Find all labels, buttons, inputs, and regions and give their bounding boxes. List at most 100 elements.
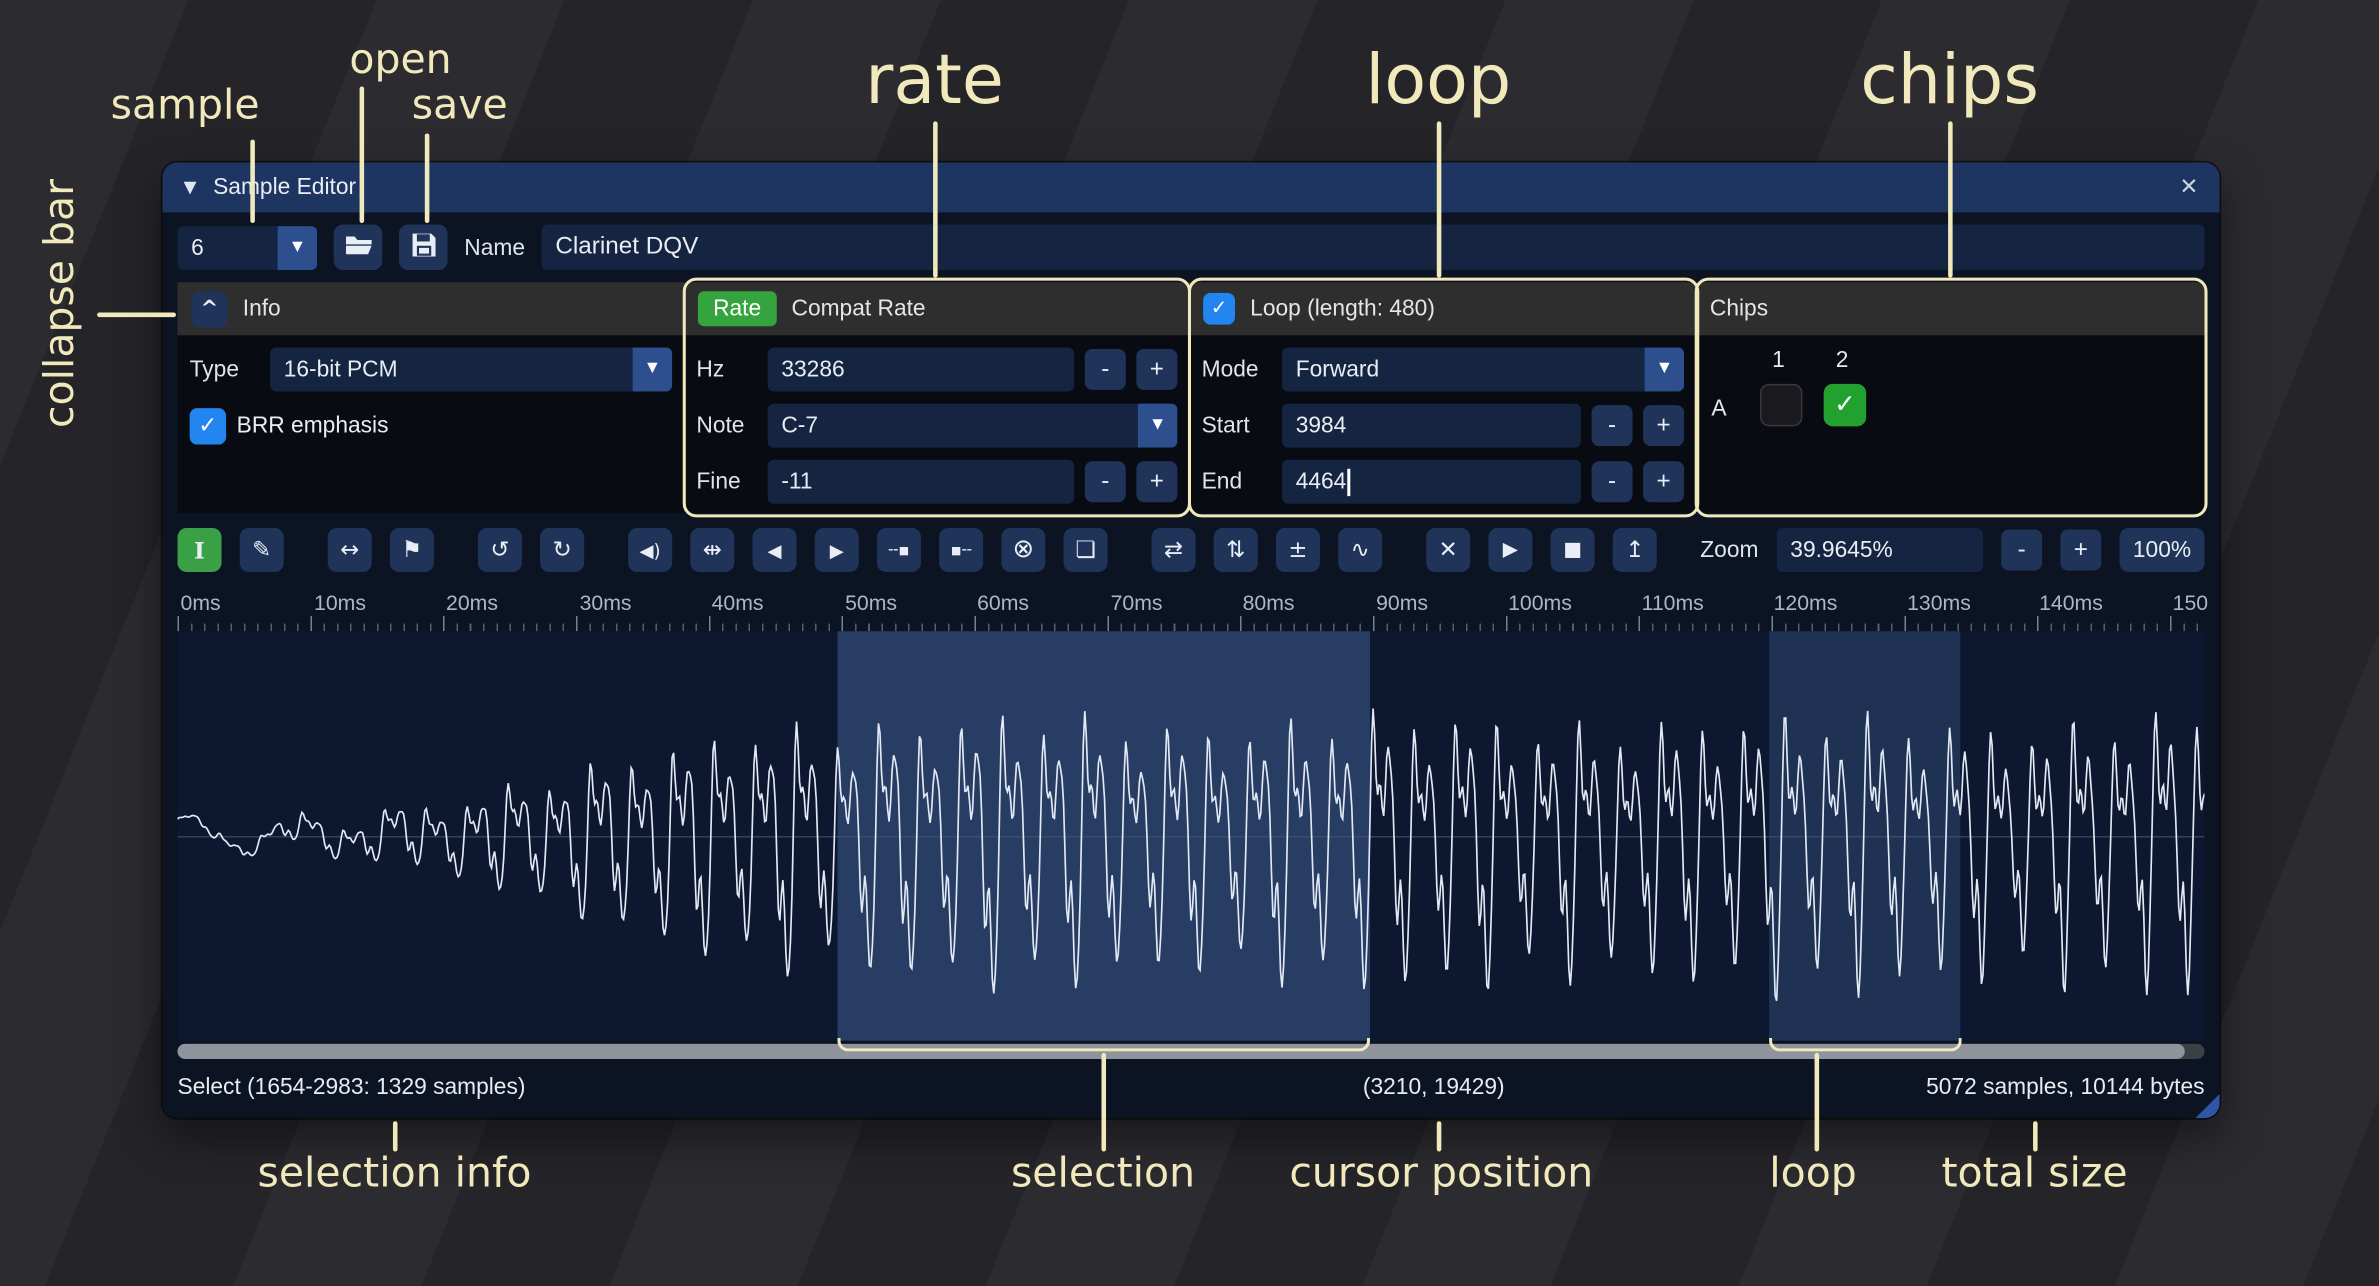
- brr-emphasis-checkbox[interactable]: ✓: [190, 407, 226, 443]
- close-icon[interactable]: ✕: [2179, 176, 2198, 199]
- loop-start-increment-button[interactable]: +: [1643, 405, 1684, 446]
- filter-button[interactable]: ∿: [1338, 528, 1382, 572]
- selection-info-annotation-line: [393, 1121, 397, 1151]
- invert-button[interactable]: ⇅: [1214, 528, 1258, 572]
- fade-out-button[interactable]: ▶: [815, 528, 859, 572]
- rate-annotation: rate: [865, 39, 1004, 119]
- trim-button[interactable]: ❏: [1064, 528, 1108, 572]
- loop-panel: ✓ Loop (length: 480) Mode Forward ▼ Star…: [1189, 282, 1696, 513]
- fade-in-icon: ◀: [768, 541, 782, 559]
- fine-input[interactable]: -11: [768, 460, 1074, 504]
- loop-end-input[interactable]: 4464: [1282, 460, 1581, 504]
- loop-start-input[interactable]: 3984: [1282, 404, 1581, 448]
- select-tool-button[interactable]: I: [178, 528, 222, 572]
- collapse-info-button[interactable]: ^: [191, 291, 227, 327]
- cross-icon: ✕: [1439, 539, 1458, 562]
- fine-label: Fine: [696, 469, 757, 495]
- waveform-view[interactable]: [178, 631, 2205, 1041]
- sample-annotation: sample: [111, 82, 260, 129]
- reverse-button[interactable]: ⇄: [1152, 528, 1196, 572]
- selection-info-annotation: selection info: [257, 1150, 531, 1197]
- amplify-button[interactable]: ◀): [628, 528, 672, 572]
- toolbar: I ✎ ↔ ⚑ ↺ ↻ ◀) ⇹ ◀ ▶ ╌▪ ▪╌ ⊗ ❏ ⇄ ⇅ ± ∿ ✕…: [178, 528, 2205, 572]
- sample-editor-window: ▼ Sample Editor ✕ 6 ▼ Name Clarinet DQV: [162, 162, 2219, 1118]
- hz-input[interactable]: 33286: [768, 347, 1074, 391]
- window-collapse-icon[interactable]: ▼: [184, 179, 197, 196]
- chip-a2-checkbox[interactable]: ✓: [1824, 384, 1866, 426]
- name-input[interactable]: Clarinet DQV: [542, 225, 2205, 271]
- brr-emphasis-label: BRR emphasis: [237, 413, 389, 439]
- save-button[interactable]: [399, 225, 448, 271]
- timeline-ruler: 0ms 10ms 20ms 30ms 40ms 50ms 60ms 70ms 8…: [178, 589, 2205, 631]
- rate-button[interactable]: Rate: [698, 291, 776, 326]
- zoom-out-button[interactable]: -: [2001, 530, 2042, 571]
- insert-silence-icon: ╌▪: [888, 542, 909, 559]
- speaker-icon: ◀): [640, 541, 661, 559]
- resample-icon: ⚑: [402, 539, 422, 562]
- ibeam-select-icon: I: [194, 536, 205, 563]
- apply-silence-button[interactable]: ▪╌: [939, 528, 983, 572]
- fine-row: Fine -11 - +: [696, 460, 1177, 504]
- sign-button[interactable]: ±: [1276, 528, 1320, 572]
- normalize-button[interactable]: ⇹: [690, 528, 734, 572]
- zoom-input[interactable]: 39.9645%: [1777, 528, 1983, 572]
- type-dropdown[interactable]: 16-bit PCM ▼: [270, 347, 672, 391]
- open-button[interactable]: [334, 225, 383, 271]
- open-annotation-line: [360, 86, 364, 223]
- wave-filter-icon: ∿: [1351, 539, 1370, 562]
- loop-end-increment-button[interactable]: +: [1643, 461, 1684, 502]
- hz-decrement-button[interactable]: -: [1085, 349, 1126, 390]
- loop-enable-checkbox[interactable]: ✓: [1203, 293, 1235, 325]
- loop-mode-dropdown[interactable]: Forward ▼: [1282, 347, 1684, 391]
- note-dropdown[interactable]: C-7 ▼: [768, 404, 1178, 448]
- selection-info-text: Select (1654-2983: 1329 samples): [178, 1074, 526, 1100]
- chevron-down-icon: ▼: [1138, 404, 1177, 448]
- chevron-down-icon[interactable]: ▼: [278, 225, 317, 269]
- insert-silence-button[interactable]: ╌▪: [877, 528, 921, 572]
- panels-row: ^ Info Type 16-bit PCM ▼ ✓ BRR emphasis: [178, 282, 2205, 513]
- export-sample-button[interactable]: ↥: [1613, 528, 1657, 572]
- fade-out-icon: ▶: [830, 541, 844, 559]
- preview-stop-button[interactable]: ■: [1551, 528, 1595, 572]
- zoom-label: Zoom: [1700, 537, 1758, 563]
- rate-panel-title: Compat Rate: [792, 296, 926, 322]
- major-ticks: [178, 616, 2205, 631]
- redo-button[interactable]: ↻: [540, 528, 584, 572]
- sample-number-dropdown[interactable]: 6 ▼: [178, 225, 318, 269]
- crossfade-button[interactable]: ✕: [1426, 528, 1470, 572]
- plus-minus-icon: ±: [1288, 539, 1307, 562]
- type-label: Type: [190, 357, 260, 383]
- loop-panel-title: Loop (length: 480): [1250, 296, 1435, 322]
- titlebar[interactable]: ▼ Sample Editor ✕: [162, 162, 2219, 212]
- loop-end-decrement-button[interactable]: -: [1592, 461, 1633, 502]
- loop-panel-header: ✓ Loop (length: 480): [1189, 282, 1696, 335]
- draw-tool-button[interactable]: ✎: [240, 528, 284, 572]
- loop-start-decrement-button[interactable]: -: [1592, 405, 1633, 446]
- sample-row: 6 ▼ Name Clarinet DQV: [162, 212, 2219, 282]
- chip-a1-checkbox[interactable]: [1760, 384, 1802, 426]
- redo-icon: ↻: [553, 539, 572, 562]
- preview-play-button[interactable]: ▶: [1488, 528, 1532, 572]
- timeline-label: 30ms: [580, 590, 632, 614]
- delete-button[interactable]: ⊗: [1001, 528, 1045, 572]
- fade-in-button[interactable]: ◀: [753, 528, 797, 572]
- zoom-in-button[interactable]: +: [2060, 530, 2101, 571]
- timeline-label: 80ms: [1243, 590, 1295, 614]
- chips-panel: Chips 1 2 A ✓: [1696, 282, 2204, 513]
- type-row: Type 16-bit PCM ▼: [190, 347, 672, 391]
- resample-button[interactable]: ⚑: [390, 528, 434, 572]
- zoom-reset-button[interactable]: 100%: [2120, 528, 2205, 572]
- undo-button[interactable]: ↺: [478, 528, 522, 572]
- chips-grid: 1 2 A ✓: [1696, 335, 2204, 513]
- resize-handle[interactable]: [2195, 1094, 2219, 1118]
- chevron-down-icon: ▼: [1645, 347, 1684, 391]
- fine-decrement-button[interactable]: -: [1085, 461, 1126, 502]
- timeline-label: 70ms: [1111, 590, 1163, 614]
- resize-button[interactable]: ↔: [328, 528, 372, 572]
- rate-annotation-line: [933, 121, 937, 277]
- sample-number-value: 6: [178, 234, 278, 260]
- loop-end-label: End: [1202, 469, 1272, 495]
- rate-panel: Rate Compat Rate Hz 33286 - + Note C-7 ▼: [684, 282, 1189, 513]
- fine-increment-button[interactable]: +: [1136, 461, 1177, 502]
- hz-increment-button[interactable]: +: [1136, 349, 1177, 390]
